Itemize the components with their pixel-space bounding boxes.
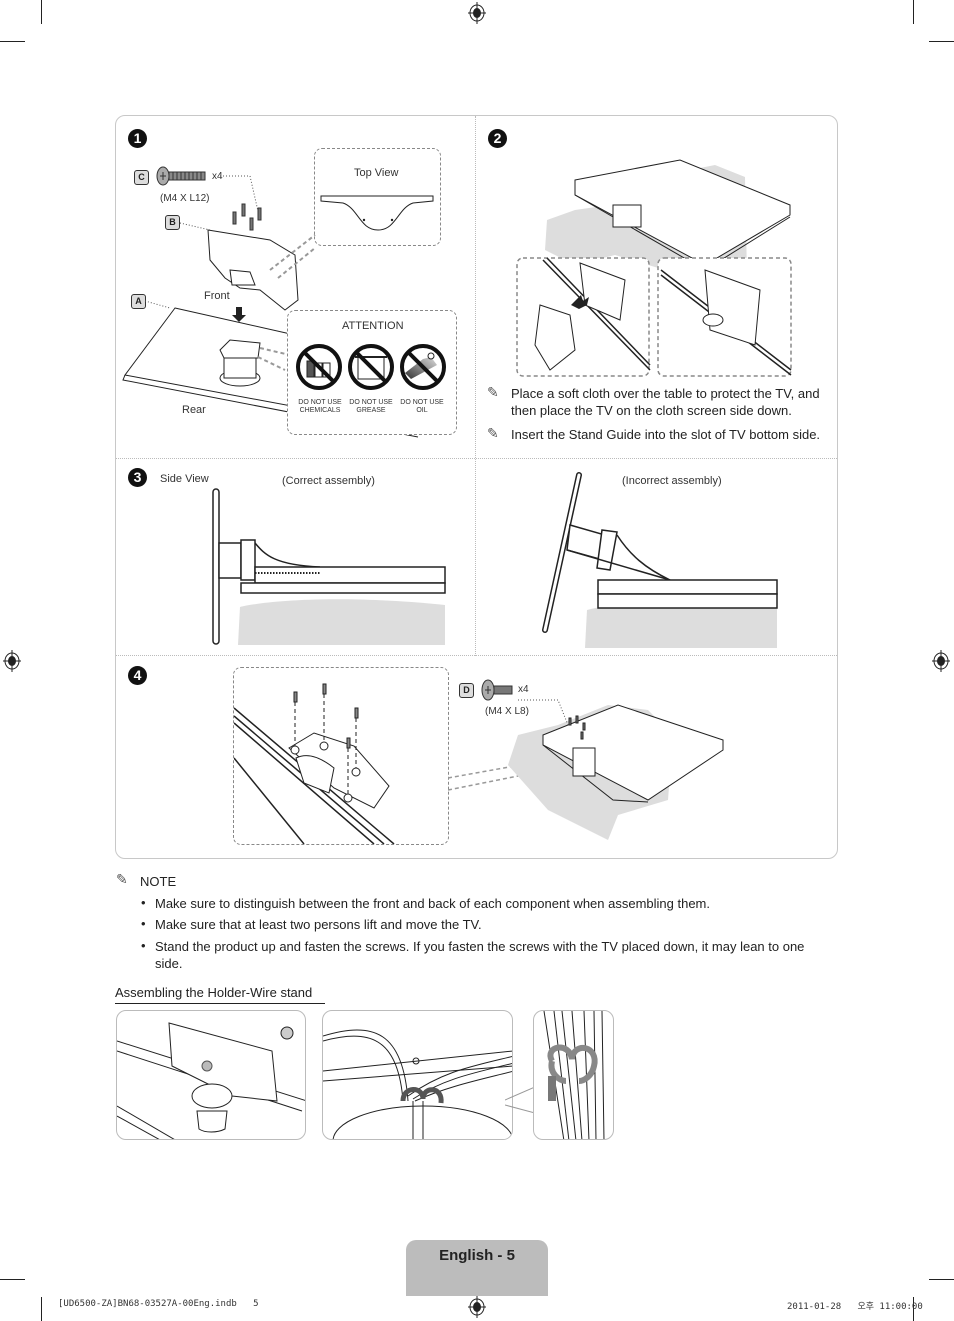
step-1-number: 1 — [128, 129, 147, 148]
note-heading: NOTE — [140, 874, 177, 889]
crop-mark — [929, 41, 954, 42]
step4-tv-illustration — [448, 699, 724, 840]
note-bullet: Stand the product up and fasten the scre… — [155, 939, 805, 954]
top-view-illustration — [320, 195, 434, 231]
crop-mark — [0, 41, 25, 42]
crop-mark — [41, 0, 42, 24]
attention-item-grease: DO NOT USE GREASE — [349, 399, 393, 414]
side-view-label: Side View — [160, 473, 209, 485]
bullet-icon: • — [141, 916, 146, 931]
holder-section-title: Assembling the Holder-Wire stand — [115, 985, 313, 1000]
correct-assembly-illustration — [212, 488, 446, 645]
bullet-icon: • — [141, 938, 146, 953]
crop-mark — [929, 1279, 954, 1280]
no-chemicals-icon — [296, 344, 342, 390]
holder-section-underline — [115, 1003, 325, 1004]
incorrect-assembly-illustration — [542, 472, 778, 648]
note-pencil-icon: ✎ — [487, 384, 499, 400]
crop-mark — [41, 1297, 42, 1321]
footer-file-name: [UD6500-ZA]BN68-03527A-00Eng.indb 5 — [58, 1299, 259, 1309]
holder-step-image-3 — [533, 1010, 614, 1140]
no-oil-icon — [400, 344, 446, 390]
step-2-number: 2 — [488, 129, 507, 148]
registration-mark-icon — [468, 1296, 486, 1318]
attention-item-chemicals: DO NOT USE CHEMICALS — [298, 399, 342, 414]
divider — [475, 116, 476, 656]
registration-mark-icon — [932, 650, 950, 672]
note-bullet-continued: side. — [155, 956, 183, 971]
footer-timestamp: 2011-01-28 오후 11:00:00 — [787, 1302, 923, 1312]
divider — [116, 458, 837, 459]
divider — [116, 655, 837, 656]
note-bullet: Make sure to distinguish between the fro… — [155, 896, 710, 911]
step2-note-line: Insert the Stand Guide into the slot of … — [511, 427, 821, 442]
step2-note-line: then place the TV on the cloth screen si… — [511, 403, 792, 418]
registration-mark-icon — [3, 650, 21, 672]
front-label: Front — [204, 290, 230, 302]
holder-step-image-2 — [322, 1010, 513, 1140]
zoom-connector — [505, 1086, 535, 1114]
step2-note-line: Place a soft cloth over the table to pro… — [511, 386, 820, 401]
note-bullet: Make sure that at least two persons lift… — [155, 917, 482, 932]
crop-mark — [0, 1279, 25, 1280]
rear-label: Rear — [182, 404, 206, 416]
registration-mark-icon — [468, 2, 486, 24]
note-pencil-icon: ✎ — [487, 425, 499, 441]
no-grease-icon — [348, 344, 394, 390]
attention-title: ATTENTION — [342, 320, 404, 332]
top-view-label: Top View — [354, 167, 399, 179]
bullet-icon: • — [141, 895, 146, 910]
step-3-number: 3 — [128, 468, 147, 487]
page-number-label: English - 5 — [439, 1247, 515, 1264]
note-pencil-icon: ✎ — [116, 871, 128, 887]
step-4-number: 4 — [128, 666, 147, 685]
step4-bracket-detail-illustration — [234, 683, 395, 844]
attention-item-oil: DO NOT USE OIL — [400, 399, 444, 414]
holder-step-image-1 — [116, 1010, 306, 1140]
crop-mark — [913, 0, 914, 24]
tv-face-down-illustration — [516, 159, 792, 377]
